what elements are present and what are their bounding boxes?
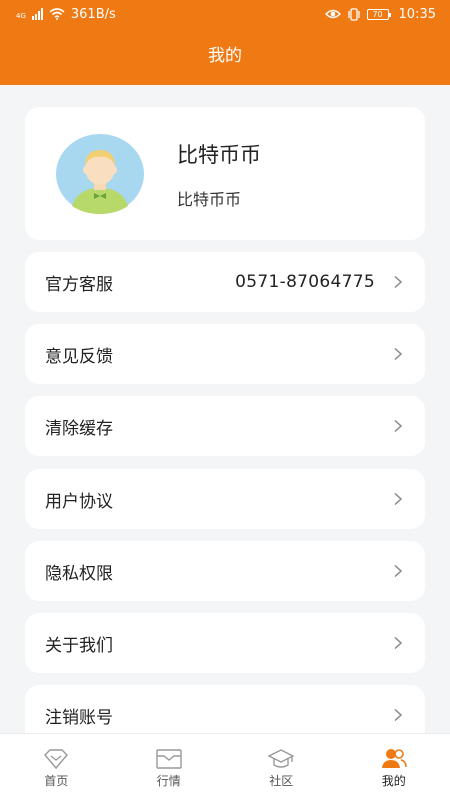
- tab-label: 社区: [269, 774, 294, 788]
- menu-item-label: 清除缓存: [45, 418, 113, 439]
- vibrate-icon: [347, 7, 360, 21]
- user-subtitle: 比特币币: [177, 190, 242, 209]
- signal-icon: [31, 8, 43, 20]
- menu-item-about-us[interactable]: 关于我们: [25, 613, 425, 673]
- menu-item-clear-cache[interactable]: 清除缓存: [25, 396, 425, 456]
- home-diamond-icon: [44, 749, 69, 770]
- tab-label: 我的: [381, 774, 406, 788]
- menu-item-delete-account[interactable]: 注销账号: [25, 685, 425, 733]
- menu-item-feedback[interactable]: 意见反馈: [25, 324, 425, 384]
- menu-item-label: 意见反馈: [45, 346, 113, 367]
- service-phone[interactable]: 0571-87064775: [235, 272, 375, 292]
- menu-item-label: 官方客服: [45, 274, 113, 295]
- chevron-right-icon: [394, 347, 403, 361]
- tab-community[interactable]: 社区: [225, 734, 338, 800]
- main-content: 比特币币 比特币币 官方客服 0571-87064775 意见反馈 清除缓存 用…: [0, 85, 450, 733]
- net-speed: 361B/s: [70, 6, 116, 22]
- app-header: 4G 361B/s 70 10:35 我的: [0, 0, 450, 85]
- profile-card[interactable]: 比特币币 比特币币: [25, 107, 425, 240]
- chevron-right-icon: [394, 564, 403, 578]
- network-type: 4G: [16, 11, 26, 20]
- clock: 10:35: [398, 6, 436, 22]
- menu-item-label: 隐私权限: [45, 563, 113, 584]
- menu-item-label: 注销账号: [45, 707, 113, 728]
- bottom-tab-bar: 首页 行情 社区 我的: [0, 733, 450, 800]
- market-tray-icon: [156, 749, 182, 769]
- user-name: 比特币币: [177, 143, 261, 167]
- community-cap-icon: [267, 749, 295, 768]
- page-title: 我的: [208, 46, 242, 66]
- menu-item-privacy[interactable]: 隐私权限: [25, 541, 425, 601]
- status-bar: 4G 361B/s 70 10:35: [0, 0, 450, 28]
- eye-icon: [324, 9, 341, 19]
- wifi-icon: [49, 8, 65, 20]
- chevron-right-icon: [394, 419, 403, 433]
- tab-home[interactable]: 首页: [0, 734, 113, 800]
- tab-label: 首页: [44, 774, 69, 788]
- chevron-right-icon: [394, 636, 403, 650]
- tab-label: 行情: [156, 774, 181, 788]
- avatar[interactable]: [56, 134, 144, 214]
- tab-profile[interactable]: 我的: [338, 734, 450, 800]
- profile-people-icon: [381, 749, 407, 768]
- chevron-right-icon: [394, 708, 403, 722]
- battery-icon: 70: [366, 8, 391, 20]
- menu-item-user-agreement[interactable]: 用户协议: [25, 469, 425, 529]
- menu-item-customer-service[interactable]: 官方客服 0571-87064775: [25, 252, 425, 312]
- menu-item-label: 关于我们: [45, 635, 113, 656]
- chevron-right-icon: [394, 492, 403, 506]
- menu-item-label: 用户协议: [45, 491, 113, 512]
- chevron-right-icon: [394, 275, 403, 289]
- tab-market[interactable]: 行情: [113, 734, 226, 800]
